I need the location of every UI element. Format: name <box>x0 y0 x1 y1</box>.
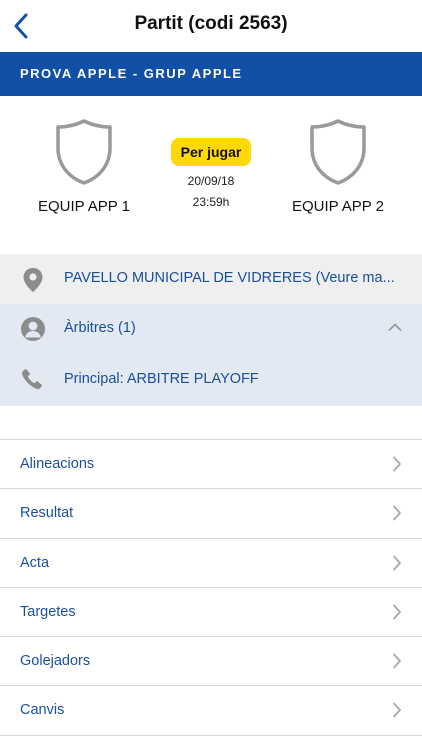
referees-header[interactable]: Àrbitres (1) <box>0 304 422 354</box>
phone-icon <box>21 369 42 390</box>
chevron-up-icon[interactable] <box>388 322 402 332</box>
chevron-right-icon <box>393 555 401 570</box>
chevron-right-icon <box>393 604 401 620</box>
navigation-bar: Partit (codi 2563) <box>0 0 422 52</box>
chevron-right-icon <box>393 456 401 472</box>
match-menu: Alineacions Resultat Acta Targetes Golej… <box>0 440 422 736</box>
chevron-right-icon <box>393 703 401 718</box>
menu-item-golejadors[interactable]: Golejadors <box>0 637 422 687</box>
status-badge: Per jugar <box>170 138 252 166</box>
referees-header-label: Àrbitres (1) <box>64 320 136 336</box>
match-date: 20/09/18 <box>187 174 235 188</box>
group-header: PROVA APPLE - GRUP APPLE <box>0 52 422 96</box>
menu-item-label: Golejadors <box>20 653 91 670</box>
referee-item-label: Principal: ARBITRE PLAYOFF <box>64 371 259 387</box>
menu-item-resultat[interactable]: Resultat <box>0 489 422 539</box>
away-team-name: EQUIP APP 2 <box>292 198 384 215</box>
match-status: Per jugar 20/09/18 23:59h <box>150 138 272 209</box>
home-team-name: EQUIP APP 1 <box>38 198 130 215</box>
menu-item-alineacions[interactable]: Alineacions <box>0 440 422 490</box>
menu-item-label: Canvis <box>20 702 65 719</box>
chevron-right-icon <box>393 505 401 521</box>
referees-section: Àrbitres (1) Principal: ARBITRE PLAYOFF <box>0 304 422 406</box>
person-icon <box>21 317 45 341</box>
location-pin-icon <box>23 268 43 292</box>
shield-icon <box>310 119 366 185</box>
venue-text: PAVELLO MUNICIPAL DE VIDRERES (Veure ma.… <box>64 270 395 286</box>
shield-icon <box>56 119 112 185</box>
menu-item-label: Alineacions <box>20 456 95 472</box>
chevron-right-icon <box>393 653 401 669</box>
match-summary: EQUIP APP 1 Per jugar 20/09/18 23:59h EQ… <box>0 96 422 254</box>
venue-row[interactable]: PAVELLO MUNICIPAL DE VIDRERES (Veure ma.… <box>0 254 422 304</box>
home-team[interactable]: EQUIP APP 1 <box>4 118 164 215</box>
menu-item-label: Resultat <box>20 505 74 522</box>
menu-item-acta[interactable]: Acta <box>0 538 422 588</box>
menu-item-label: Acta <box>20 554 50 571</box>
away-team[interactable]: EQUIP APP 2 <box>258 118 418 215</box>
referee-item[interactable]: Principal: ARBITRE PLAYOFF <box>0 355 422 405</box>
menu-item-label: Targetes <box>20 603 76 620</box>
section-divider <box>0 406 422 440</box>
menu-item-canvis[interactable]: Canvis <box>0 686 422 736</box>
match-time: 23:59h <box>192 195 230 209</box>
page-title: Partit (codi 2563) <box>134 13 288 34</box>
menu-item-targetes[interactable]: Targetes <box>0 587 422 638</box>
